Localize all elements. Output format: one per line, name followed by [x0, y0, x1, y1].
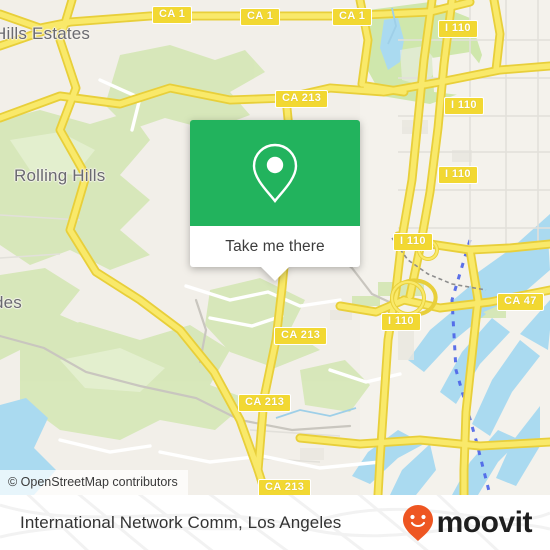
- highway-shield: CA 1: [332, 8, 373, 26]
- highway-shield: I 110: [444, 97, 484, 115]
- location-callout[interactable]: Take me there: [190, 120, 360, 281]
- highway-shield: CA 213: [258, 479, 312, 495]
- moovit-wordmark: moovit: [436, 505, 533, 539]
- place-title: International Network Comm, Los Angeles: [20, 512, 342, 532]
- highway-shield: CA 213: [274, 327, 328, 345]
- callout-tail: [260, 266, 290, 281]
- moovit-smiley-pin-icon: [402, 504, 433, 541]
- highway-shield: CA 1: [240, 8, 281, 26]
- highway-shield: CA 47: [497, 293, 544, 311]
- take-me-there-label: Take me there: [225, 237, 325, 255]
- map-attribution[interactable]: © OpenStreetMap contributors: [0, 470, 188, 495]
- highway-shield: I 110: [438, 20, 478, 38]
- map-place-label: des: [0, 293, 23, 312]
- highway-shield: CA 1: [152, 6, 193, 24]
- take-me-there-button[interactable]: Take me there: [190, 226, 360, 267]
- map-pin-icon: [252, 143, 298, 203]
- map-place-label: Rolling Hills: [14, 166, 106, 185]
- highway-shield: I 110: [438, 166, 478, 184]
- highway-shield: CA 213: [275, 90, 329, 108]
- map-page: Hills Estates Rolling Hills des CA 1 CA …: [0, 0, 550, 550]
- footer-bar: International Network Comm, Los Angeles …: [0, 495, 550, 550]
- map-canvas[interactable]: Hills Estates Rolling Hills des CA 1 CA …: [0, 0, 550, 495]
- callout-marker-panel: [190, 120, 360, 226]
- highway-shield: I 110: [381, 313, 421, 331]
- highway-shield: CA 213: [238, 394, 292, 412]
- highway-shield: I 110: [393, 233, 433, 251]
- moovit-logo[interactable]: moovit: [401, 504, 533, 542]
- map-place-label: Hills Estates: [0, 24, 91, 43]
